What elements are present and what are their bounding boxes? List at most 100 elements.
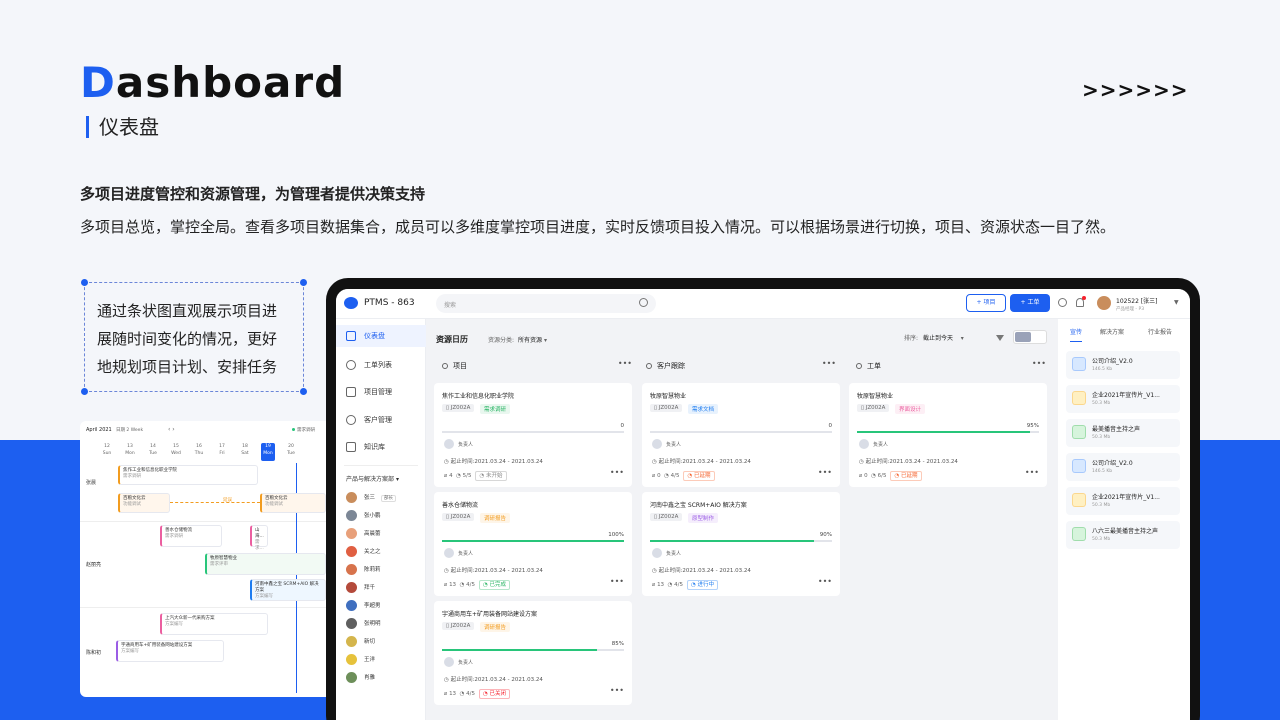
avatar: [346, 528, 357, 539]
project-card[interactable]: 宇通商用车+矿用装备网站建设方案 ▯ JZ002A 调研报告 85% 负责人 ◷…: [434, 601, 632, 705]
avatar: [346, 636, 357, 647]
status-badge: ◔ 已关闭: [478, 689, 511, 699]
department-group[interactable]: 产品与解决方案部 ▾: [346, 474, 399, 483]
more-icon[interactable]: •••: [610, 686, 624, 695]
file-item[interactable]: 公司介绍_V2.0 146.5 Kb: [1066, 453, 1180, 481]
card-deadline: ◷ 起止时间:2021.03.24 - 2021.03.24: [444, 459, 543, 465]
more-icon[interactable]: •••: [1025, 468, 1039, 477]
file-item[interactable]: 企业2021年宣传片_V1... 50.3 Mb: [1066, 487, 1180, 515]
card-progress-value: 100%: [608, 532, 624, 538]
gantt-bar[interactable]: 百粮文化云 功能调试: [260, 493, 326, 513]
tab-solutions[interactable]: 解决方案: [1100, 327, 1124, 336]
book-icon: [346, 442, 356, 452]
headline: 多项目进度管控和资源管理，为管理者提供决策支持: [80, 185, 426, 203]
status-badge: ◔ 已完成: [478, 580, 511, 590]
file-item[interactable]: 公司介绍_V2.0 146.5 Kb: [1066, 351, 1180, 379]
card-title: 宇通商用车+矿用装备网站建设方案: [442, 611, 538, 618]
filter-icon[interactable]: [996, 335, 1004, 341]
more-icon[interactable]: •••: [610, 577, 624, 586]
search-input[interactable]: 搜索: [436, 294, 656, 313]
attachment-icon: ⌀: [444, 473, 448, 479]
gantt-range[interactable]: 日期 2 Week: [116, 427, 143, 433]
card-title: 河南中鑫之宝 SCRM+AIO 解决方案: [650, 502, 747, 509]
card-tag: 界面设计: [895, 404, 926, 414]
progress-track: [442, 649, 624, 651]
file-type-icon: [1072, 357, 1086, 371]
attachment-icon: ⌀: [652, 582, 656, 588]
corner-handle-icon: [300, 279, 307, 286]
board-view-icon[interactable]: [1015, 332, 1031, 342]
avatar: [444, 657, 454, 667]
tab-reports[interactable]: 行业报告: [1148, 327, 1172, 336]
more-icon[interactable]: •••: [818, 468, 832, 477]
legend-dot-icon: [292, 428, 295, 431]
file-type-icon: [1072, 493, 1086, 507]
attachment-icon: ⌀: [652, 473, 656, 479]
progress-track: [442, 540, 624, 542]
file-item[interactable]: 企业2021年宣传片_V1... 50.3 Mb: [1066, 385, 1180, 413]
project-card[interactable]: 牧原智慧物业 ▯ JZ002A 界面设计 95% 负责人 ◷ 起止时间:2021…: [849, 383, 1047, 487]
status-badge: ◔ 进行中: [686, 580, 719, 590]
avatar[interactable]: [1097, 296, 1111, 310]
project-card[interactable]: 善水仓储物流 ▯ JZ002A 调研报告 100% 负责人 ◷ 起止时间:202…: [434, 492, 632, 596]
gantt-bar[interactable]: 山海... 需求...: [250, 525, 268, 551]
more-icon[interactable]: •••: [618, 359, 632, 368]
add-order-button[interactable]: + 工单: [1010, 294, 1050, 312]
resource-filter[interactable]: 资源分类: 所有资源 ▾: [488, 335, 547, 344]
logo-icon: [344, 297, 358, 309]
chevron-down-icon: ▾: [543, 337, 547, 344]
project-card[interactable]: 焦作工业和信息化职业学院 ▯ JZ002A 需求调研 0 负责人 ◷ 起止时间:…: [434, 383, 632, 487]
more-icon[interactable]: •••: [822, 359, 836, 368]
gantt-bar[interactable]: 牧原智慧物业 需求评审: [205, 553, 326, 575]
section-title: 资源日历: [436, 335, 468, 344]
more-icon[interactable]: •••: [1032, 359, 1046, 368]
divider: [80, 607, 326, 608]
tab-promotion[interactable]: 宣传: [1070, 327, 1083, 342]
sort-select[interactable]: 排序: 截止到今天 ▾: [904, 333, 964, 342]
add-project-button[interactable]: + 项目: [966, 294, 1006, 312]
gantt-bar[interactable]: 焦作工业和信息化职业学院 需求调研: [118, 465, 258, 485]
task-icon: ◔: [459, 582, 465, 588]
gantt-legend: 需求调研: [297, 428, 315, 433]
project-card[interactable]: 牧原智慧物业 ▯ JZ002A 需求文档 0 负责人 ◷ 起止时间:2021.0…: [642, 383, 840, 487]
file-size: 50.3 Mb: [1092, 537, 1111, 542]
more-icon[interactable]: •••: [610, 468, 624, 477]
gantt-nav-arrows-icon[interactable]: ‹ ›: [168, 426, 175, 433]
card-tag: 调研报告: [480, 622, 511, 632]
column-status-icon: [646, 363, 652, 369]
sidebar-item-projects[interactable]: 项目管理: [336, 381, 426, 403]
chevrons-decoration-icon: >>>>>>: [1082, 78, 1189, 102]
avatar: [346, 492, 357, 503]
gantt-bar[interactable]: 上汽大众新一代采购方案 方案编写: [160, 613, 268, 635]
avatar: [444, 548, 454, 558]
project-card[interactable]: 河南中鑫之宝 SCRM+AIO 解决方案 ▯ JZ002A 原型制作 90% 负…: [642, 492, 840, 596]
app-screen: PTMS - 863 搜索 + 项目 + 工单 102522 [张三] 产品经理…: [336, 289, 1190, 720]
column-customers: 客户跟踪 •••: [646, 359, 840, 375]
attachment-icon: ⌀: [444, 582, 448, 588]
progress-track: [650, 431, 832, 433]
chevron-down-icon[interactable]: ▼: [1174, 299, 1179, 306]
gantt-bar[interactable]: 百粮文化云 功能调试: [118, 493, 170, 513]
sidebar-item-customers[interactable]: 客户管理: [336, 409, 426, 431]
gantt-bar[interactable]: 宇通商用车+矿用装备网站建设方案 方案编写: [116, 640, 224, 662]
sidebar-item-orders[interactable]: 工单列表: [336, 354, 426, 376]
gantt-day: 17 Fri: [219, 444, 225, 456]
gear-icon[interactable]: [1058, 298, 1067, 307]
progress-fill: [650, 540, 814, 542]
view-toggle[interactable]: [1013, 330, 1047, 344]
sidebar-item-knowledge[interactable]: 知识库: [336, 436, 426, 458]
more-icon[interactable]: •••: [818, 577, 832, 586]
gantt-bar[interactable]: 河南中鑫之宝 SCRM+AIO 解决方案 方案编写: [250, 579, 326, 601]
chevron-down-icon: ▾: [395, 476, 399, 483]
file-type-icon: [1072, 425, 1086, 439]
gantt-preview: April 2021 日期 2 Week ‹ › 需求调研 12 Sun 13 Mon…: [80, 421, 326, 697]
column-orders: 工单 •••: [856, 359, 1050, 375]
card-code: ▯ JZ002A: [857, 404, 890, 412]
card-title: 善水仓储物流: [442, 502, 479, 509]
sidebar-item-dashboard[interactable]: 仪表盘: [336, 325, 426, 347]
file-item[interactable]: 最美播音主持之声 50.3 Mb: [1066, 419, 1180, 447]
file-item[interactable]: 八六三最美播音主持之声 50.3 Mb: [1066, 521, 1180, 549]
search-icon[interactable]: [639, 298, 648, 307]
card-title: 牧原智慧物业: [650, 393, 687, 400]
gantt-bar[interactable]: 善水仓储物流 需求调研: [160, 525, 222, 547]
